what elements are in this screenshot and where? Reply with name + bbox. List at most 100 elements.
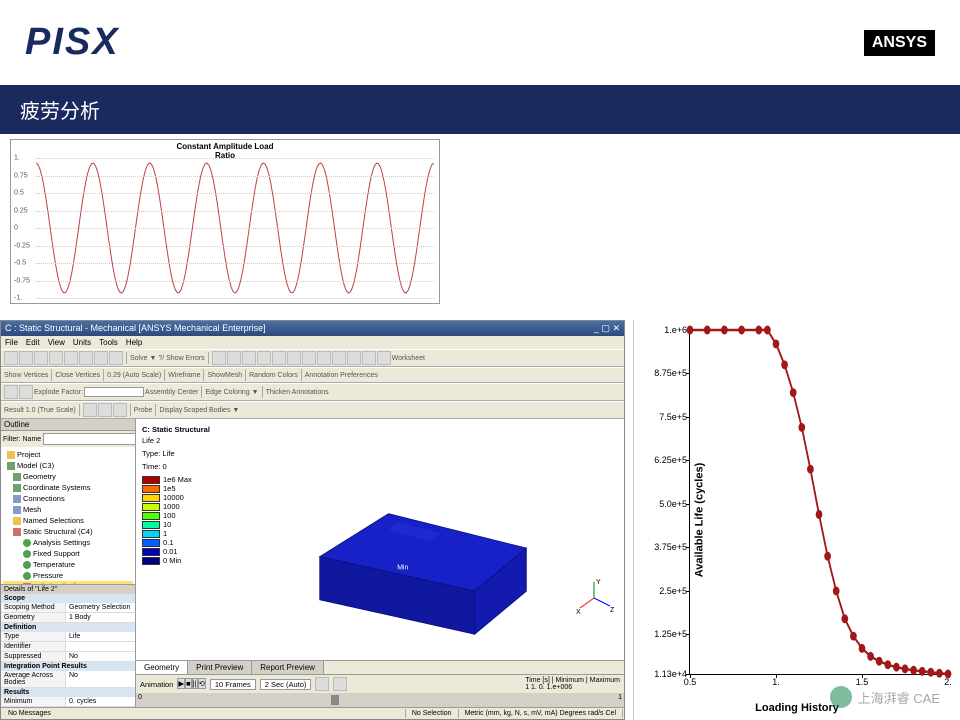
tree-item[interactable]: Pressure	[3, 570, 133, 581]
tb-icon[interactable]	[109, 351, 123, 365]
anim-button[interactable]: ||	[192, 678, 198, 689]
outline-tree[interactable]: ProjectModel (C3)GeometryCoordinate Syst…	[1, 447, 135, 584]
sine-ytick: -1.	[14, 295, 22, 302]
tree-item[interactable]: Project	[3, 449, 133, 460]
anim-button[interactable]: ⟲	[198, 678, 206, 689]
anim-button[interactable]: ■	[185, 678, 192, 689]
window-title: C : Static Structural - Mechanical [ANSY…	[5, 323, 266, 334]
tree-item[interactable]: Named Selections	[3, 515, 133, 526]
detail-row[interactable]: Scoping MethodGeometry Selection	[1, 603, 135, 613]
tb-icon[interactable]	[49, 351, 63, 365]
tb-annot-prefs[interactable]: Annotation Preferences	[305, 372, 378, 379]
vp-tab[interactable]: Report Preview	[252, 661, 324, 674]
status-messages: No Messages	[2, 709, 406, 718]
tb-probe[interactable]: Probe	[134, 407, 153, 414]
filter-input[interactable]	[43, 433, 136, 445]
tb-icon[interactable]	[64, 351, 78, 365]
tb-icon[interactable]	[272, 351, 286, 365]
tb-icon[interactable]	[242, 351, 256, 365]
tb-icon[interactable]	[34, 351, 48, 365]
tree-item[interactable]: Fixed Support	[3, 548, 133, 559]
life-ytick: 8.75e+5	[654, 368, 690, 378]
tb-icon[interactable]	[113, 403, 127, 417]
timeline-slider[interactable]: 0 1	[136, 693, 624, 707]
tb-edge-coloring[interactable]: Edge Coloring ▼	[205, 389, 258, 396]
filter-type[interactable]: Name	[23, 436, 42, 443]
menu-units[interactable]: Units	[73, 338, 91, 347]
detail-row[interactable]: Geometry1 Body	[1, 613, 135, 623]
explode-slider[interactable]	[84, 387, 144, 397]
vp-tab[interactable]: Print Preview	[188, 661, 252, 674]
tb-icon[interactable]	[79, 351, 93, 365]
tb-icon[interactable]	[4, 351, 18, 365]
tree-item[interactable]: Temperature	[3, 559, 133, 570]
vp-tab[interactable]: Geometry	[136, 661, 188, 674]
tb-icon[interactable]	[94, 351, 108, 365]
detail-row[interactable]: Minimum0. cycles	[1, 697, 135, 707]
tb-scoped-bodies[interactable]: Scoped Bodies ▼	[183, 407, 239, 414]
sine-title: Constant Amplitude Load	[176, 142, 273, 151]
model-viewport[interactable]: C: Static Structural Life 2 Type: Life T…	[136, 419, 624, 660]
life-ytick: 6.25e+5	[654, 455, 690, 465]
tb-wireframe[interactable]: Wireframe	[168, 372, 200, 379]
window-controls[interactable]: _ ▢ ✕	[594, 323, 620, 334]
tb-result-scale[interactable]: Result 1.0 (True Scale)	[4, 407, 76, 414]
tb-showmesh[interactable]: ShowMesh	[207, 372, 242, 379]
menu-file[interactable]: File	[5, 338, 18, 347]
tree-item[interactable]: Analysis Settings	[3, 537, 133, 548]
tb-icon[interactable]	[302, 351, 316, 365]
svg-text:Y: Y	[596, 579, 601, 586]
tb-icon[interactable]	[332, 351, 346, 365]
anim-button[interactable]: ▶	[177, 678, 185, 689]
menu-help[interactable]: Help	[126, 338, 142, 347]
svg-text:Min: Min	[397, 565, 408, 572]
tb-show-vertices[interactable]: Show Vertices	[4, 372, 48, 379]
tb-icon[interactable]	[287, 351, 301, 365]
tree-item[interactable]: Static Structural (C4)	[3, 526, 133, 537]
detail-row[interactable]: TypeLife	[1, 632, 135, 642]
tb-assembly-center[interactable]: Assembly Center	[145, 389, 198, 396]
tb-icon[interactable]	[98, 403, 112, 417]
sec-input[interactable]: 2 Sec (Auto)	[260, 679, 312, 690]
tb-icon[interactable]	[347, 351, 361, 365]
menu-tools[interactable]: Tools	[99, 338, 118, 347]
tree-item[interactable]: Mesh	[3, 504, 133, 515]
tb-icon[interactable]	[19, 351, 33, 365]
tb-scale[interactable]: 0.29 (Auto Scale)	[107, 372, 161, 379]
tb-icon[interactable]	[19, 385, 33, 399]
anim-icon[interactable]	[333, 677, 347, 691]
watermark: 上海湃睿 CAE	[830, 686, 940, 708]
menu-edit[interactable]: Edit	[26, 338, 40, 347]
status-units: Metric (mm, kg, N, s, mV, mA) Degrees ra…	[459, 709, 623, 718]
tb-random-colors[interactable]: Random Colors	[249, 372, 298, 379]
tb-icon[interactable]	[4, 385, 18, 399]
tb-icon[interactable]	[377, 351, 391, 365]
frames-input[interactable]: 10 Frames	[210, 679, 256, 690]
tree-item[interactable]: Connections	[3, 493, 133, 504]
tb-thicken[interactable]: Thicken Annotations	[266, 389, 329, 396]
tb-icon[interactable]	[362, 351, 376, 365]
menu-view[interactable]: View	[48, 338, 65, 347]
tb-close-vertices[interactable]: Close Vertices	[55, 372, 100, 379]
tb-icon[interactable]	[257, 351, 271, 365]
tb-icon[interactable]	[212, 351, 226, 365]
tb-icon[interactable]	[227, 351, 241, 365]
detail-row[interactable]: Identifier	[1, 642, 135, 652]
anim-label: Animation	[140, 680, 173, 689]
detail-row[interactable]: Average Across BodiesNo	[1, 671, 135, 688]
tb-icon[interactable]	[83, 403, 97, 417]
tb-icon[interactable]	[317, 351, 331, 365]
sine-ytick: -0.75	[14, 277, 30, 284]
tree-item[interactable]: Model (C3)	[3, 460, 133, 471]
solve-button[interactable]: Solve ▼ ?/ Show Errors	[130, 355, 205, 362]
worksheet-button[interactable]: Worksheet	[392, 355, 425, 362]
tb-display: Display	[159, 407, 182, 414]
tree-item[interactable]: Coordinate Systems	[3, 482, 133, 493]
sine-chart: Constant Amplitude Load Ratio 1.0.750.50…	[10, 139, 440, 304]
detail-group: Results	[1, 688, 135, 697]
tree-item[interactable]: Geometry	[3, 471, 133, 482]
anim-icon[interactable]	[315, 677, 329, 691]
detail-row[interactable]: SuppressedNo	[1, 652, 135, 662]
life-ytick: 3.75e+5	[654, 542, 690, 552]
sine-ytick: 0	[14, 225, 18, 232]
